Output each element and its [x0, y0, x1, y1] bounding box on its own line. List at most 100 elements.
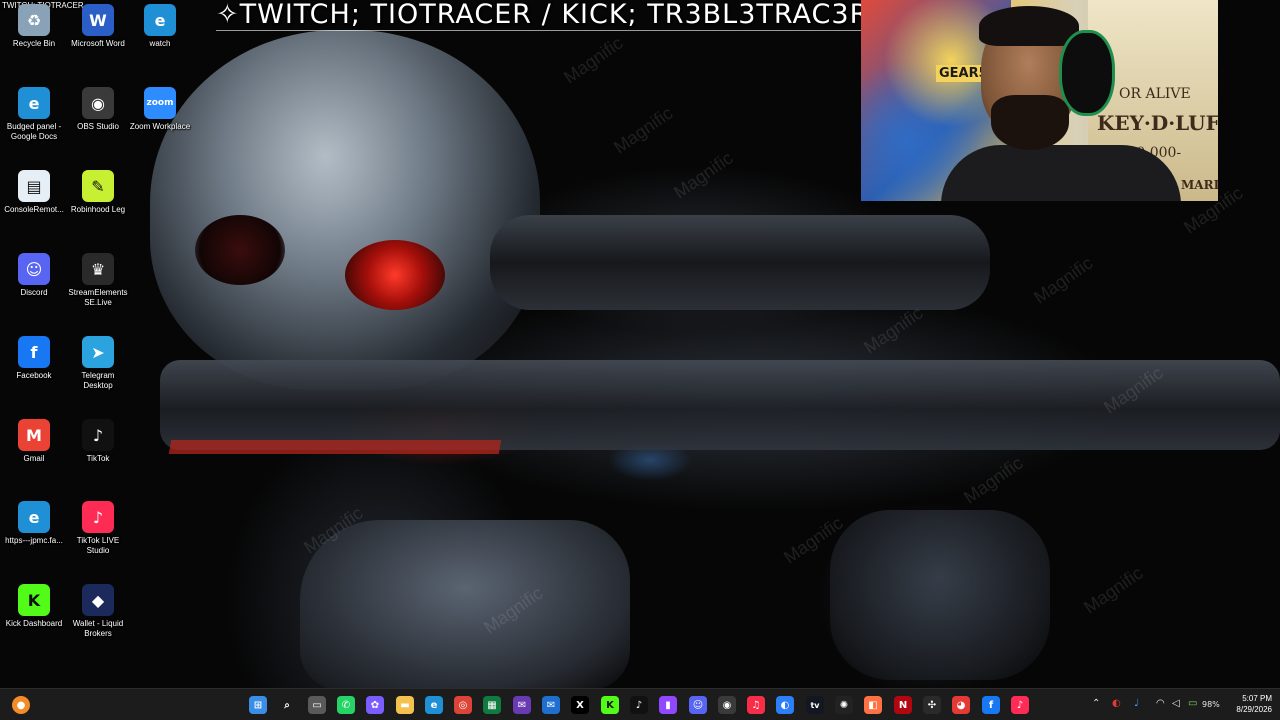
desktop-icon[interactable]: ♛ StreamElements SE.Live — [64, 253, 132, 308]
wallet-icon: ◆ — [82, 584, 114, 616]
desktop-icon[interactable]: ✎ Robinhood Leg — [64, 170, 132, 215]
desktop-icon-label: Facebook — [16, 371, 52, 380]
tradingview-icon[interactable]: tv — [806, 696, 824, 714]
desktop-icon[interactable]: ▤ ConsoleRemot... — [0, 170, 68, 215]
desktop-icon-label: Kick Dashboard — [5, 619, 63, 628]
desktop-icon-label: TikTok — [86, 454, 110, 463]
desktop-icon[interactable]: zoom Zoom Workplace — [126, 87, 194, 132]
desktop-icon[interactable]: ♪ TikTok — [64, 419, 132, 464]
wallpaper-rifle-scope — [490, 215, 990, 310]
zoom-icon: zoom — [144, 87, 176, 119]
search-icon[interactable]: ⌕ — [278, 696, 296, 714]
wallpaper-watermark: Magnific — [960, 452, 1027, 508]
chevron-up-icon[interactable]: ⌃ — [1092, 698, 1100, 709]
desktop-icon-label: watch — [149, 39, 171, 48]
wallpaper-glove-right — [830, 510, 1050, 680]
obs-icon[interactable]: ◉ — [718, 696, 736, 714]
word-icon: W — [82, 4, 114, 36]
outlook-icon[interactable]: ✉ — [542, 696, 560, 714]
copilot-icon[interactable]: ✿ — [366, 696, 384, 714]
desktop-icon[interactable]: e watch — [126, 4, 194, 49]
app-icon[interactable]: ◧ — [864, 696, 882, 714]
desktop-icon[interactable]: e https---jpmc.fa... — [0, 501, 68, 546]
mail-icon[interactable]: ✉ — [513, 696, 531, 714]
webcam-person-beard — [991, 95, 1069, 150]
edge-icon: e — [18, 87, 50, 119]
discord-icon: ☺ — [18, 253, 50, 285]
streamelements-icon: ♛ — [82, 253, 114, 285]
desktop-icon[interactable]: f Facebook — [0, 336, 68, 381]
browser-icon[interactable]: ◐ — [776, 696, 794, 714]
chrome-icon[interactable]: ◎ — [454, 696, 472, 714]
clock-date: 8/29/2026 — [1236, 705, 1272, 714]
task-view-icon[interactable]: ▭ — [308, 696, 326, 714]
wifi-icon[interactable]: ◠ — [1156, 698, 1165, 709]
obs-icon: ◉ — [82, 87, 114, 119]
desktop-icon-label: Budged panel - Google Docs — [6, 122, 62, 141]
webcam-sign-marine: MARINE — [1181, 178, 1218, 192]
desktop-icon[interactable]: ♪ TikTok LIVE Studio — [64, 501, 132, 556]
desktop-icon-label: https---jpmc.fa... — [5, 536, 63, 545]
wallpaper-red-accent — [168, 440, 502, 454]
taskbar: ● ⊞ ⌕ ▭ ✆ ✿ ▬ e ◎ ▦ ✉ ✉ X K ♪ ▮ ☺ ◉ ♫ ◐ tv ✺ ◧ N ✣ ◕ f ♪ ⌃ ◐ ♩ ◠ ◁… — [0, 688, 1280, 720]
desktop-icon[interactable]: ➤ Telegram Desktop — [64, 336, 132, 391]
wallpaper-watermark: Magnific — [560, 32, 627, 88]
wallpaper-watermark: Magnific — [670, 147, 737, 203]
desktop-icon[interactable]: M Gmail — [0, 419, 68, 464]
desktop-icon-label: Microsoft Word — [71, 39, 125, 48]
wallpaper-watermark: Magnific — [780, 512, 847, 568]
file-explorer-icon[interactable]: ▬ — [396, 696, 414, 714]
photos-icon[interactable]: ◕ — [952, 696, 970, 714]
edge-icon[interactable]: e — [425, 696, 443, 714]
tray-app-icon[interactable]: ◐ — [1112, 698, 1121, 709]
tiktok-icon[interactable]: ♪ — [630, 696, 648, 714]
widgets-icon[interactable]: ● — [12, 696, 30, 714]
desktop-icon[interactable]: W Microsoft Word — [64, 4, 132, 49]
volume-icon[interactable]: ◁ — [1172, 698, 1180, 709]
clock-time: 5:07 PM — [1242, 694, 1272, 703]
desktop-icon-label: Wallet - Liquid Brokers — [72, 619, 124, 638]
battery-percent: 98% — [1202, 700, 1220, 709]
edge-icon: e — [144, 4, 176, 36]
desktop-icon[interactable]: ☺ Discord — [0, 253, 68, 298]
webcam-sign-top: OR ALIVE — [1119, 86, 1191, 102]
wallpaper-watermark: Magnific — [860, 302, 927, 358]
desktop-icon[interactable]: e Budged panel - Google Docs — [0, 87, 68, 142]
webcam-headset — [1059, 30, 1115, 116]
capcut-icon[interactable]: ✣ — [923, 696, 941, 714]
store-icon[interactable]: ▦ — [483, 696, 501, 714]
recycle-bin-icon: ♻ — [18, 4, 50, 36]
desktop-icon-label: Gmail — [23, 454, 45, 463]
windows-start-icon[interactable]: ⊞ — [249, 696, 267, 714]
desktop-icon-label: Recycle Bin — [12, 39, 56, 48]
desktop: Magnific Magnific Magnific Magnific Magn… — [0, 0, 1280, 720]
webcam-person-shirt — [941, 145, 1181, 201]
wallpaper-watermark: Magnific — [1100, 362, 1167, 418]
kick-icon[interactable]: K — [601, 696, 619, 714]
discord-icon[interactable]: ☺ — [689, 696, 707, 714]
telegram-icon: ➤ — [82, 336, 114, 368]
x-icon[interactable]: X — [571, 696, 589, 714]
netflix-icon[interactable]: N — [894, 696, 912, 714]
wallpaper-skull — [150, 30, 540, 390]
desktop-icon-label: Telegram Desktop — [81, 371, 115, 390]
whatsapp-icon[interactable]: ✆ — [337, 696, 355, 714]
twitch-icon[interactable]: ▮ — [659, 696, 677, 714]
battery-icon[interactable]: ▭ — [1188, 698, 1197, 709]
music-icon[interactable]: ♫ — [747, 696, 765, 714]
desktop-icon[interactable]: K Kick Dashboard — [0, 584, 68, 629]
tiktok-icon: ♪ — [82, 419, 114, 451]
kick-icon: K — [18, 584, 50, 616]
desktop-icon-label: TikTok LIVE Studio — [76, 536, 120, 555]
facebook-icon[interactable]: f — [982, 696, 1000, 714]
chatgpt-icon[interactable]: ✺ — [835, 696, 853, 714]
desktop-icon-label: Robinhood Leg — [70, 205, 126, 214]
desktop-icon[interactable]: ◉ OBS Studio — [64, 87, 132, 132]
tiktok-live-icon[interactable]: ♪ — [1011, 696, 1029, 714]
webcam-feed: GEAR5 OR ALIVE KEY·D·LUFFY .00.000- MARI… — [861, 0, 1218, 201]
desktop-icon[interactable]: ♻ Recycle Bin — [0, 4, 68, 49]
wallpaper-watermark: Magnific — [1030, 252, 1097, 308]
microphone-icon[interactable]: ♩ — [1134, 698, 1139, 709]
taskbar-clock[interactable]: 5:07 PM 8/29/2026 — [1236, 693, 1272, 715]
desktop-icon[interactable]: ◆ Wallet - Liquid Brokers — [64, 584, 132, 639]
